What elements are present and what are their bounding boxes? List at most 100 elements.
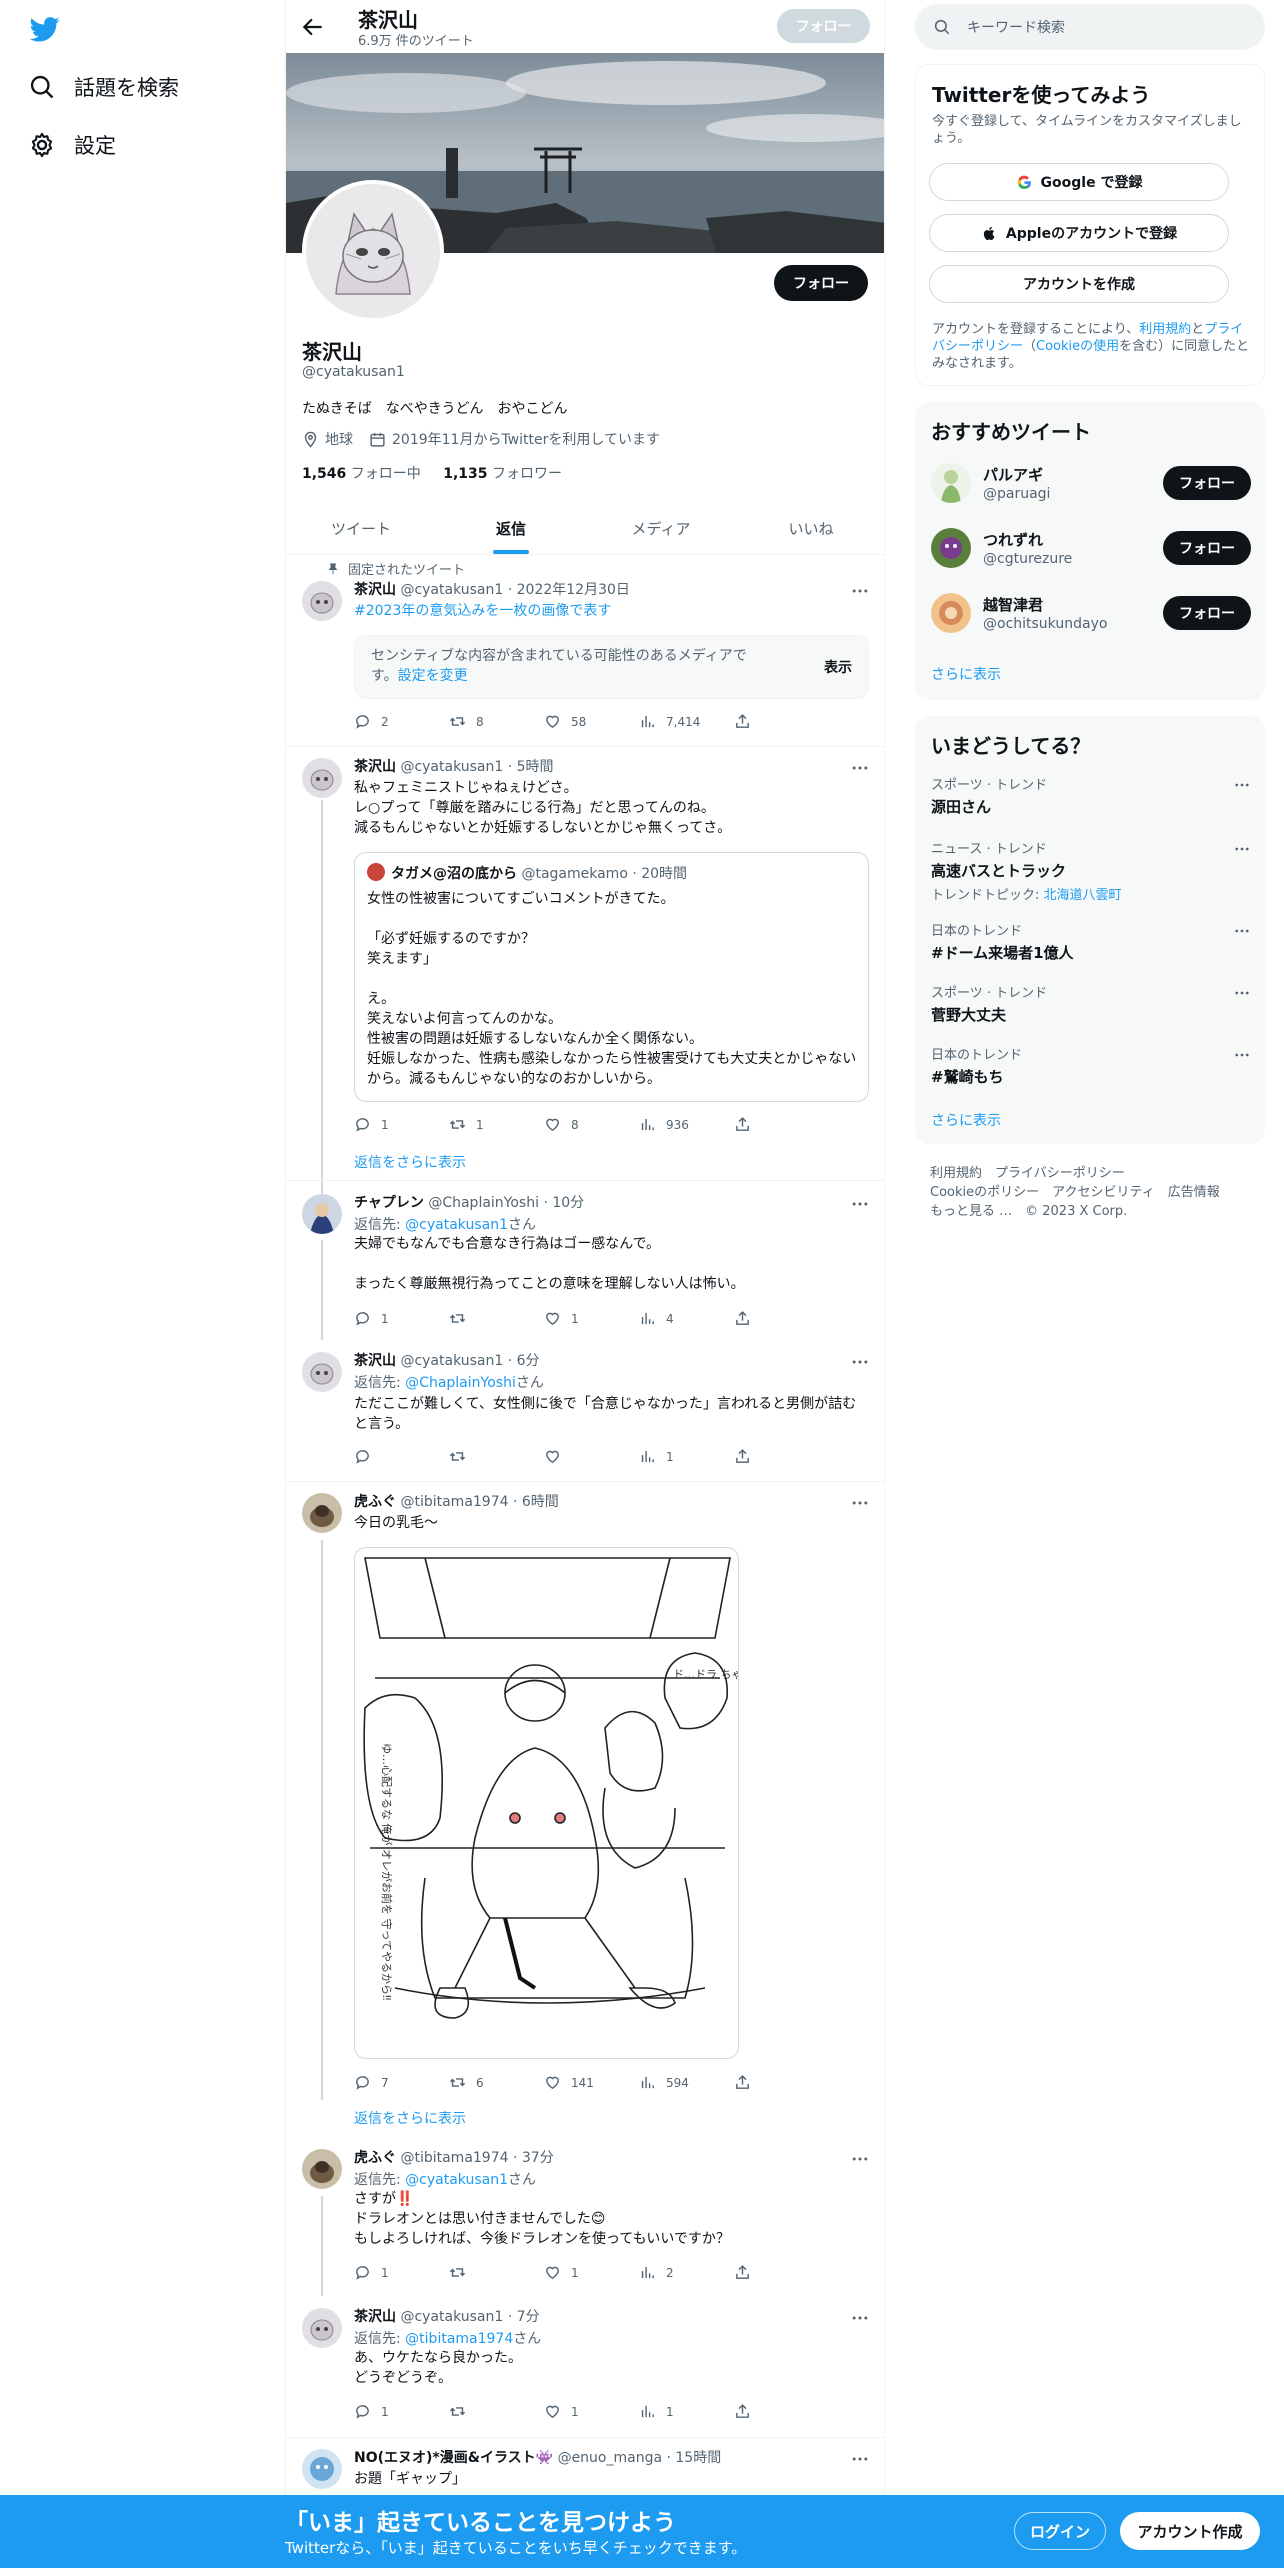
- search-box[interactable]: キーワード検索: [915, 4, 1265, 50]
- reply-button[interactable]: 1: [354, 2403, 449, 2420]
- tweet-partial[interactable]: NO(エヌオ)*漫画&イラスト👾 @enuo_manga · 15時間 お題「ギ…: [286, 2437, 884, 2497]
- more-icon[interactable]: [850, 1352, 870, 1372]
- like-button[interactable]: 1: [544, 2403, 639, 2420]
- login-button[interactable]: ログイン: [1014, 2512, 1106, 2550]
- footer-line-2[interactable]: Cookieのポリシー アクセシビリティ 広告情報: [930, 1183, 1220, 1202]
- tweet-reply[interactable]: チャプレン @ChaplainYoshi · 10分 返信先: @cyataku…: [286, 1180, 884, 1335]
- reply-button[interactable]: 1: [354, 1116, 449, 1133]
- recommend-show-more[interactable]: さらに表示: [931, 664, 1001, 684]
- author-meta[interactable]: @cyatakusan1 · 5時間: [400, 759, 553, 775]
- more-icon[interactable]: [850, 1493, 870, 1513]
- terms-link[interactable]: 利用規約: [1139, 322, 1191, 337]
- more-icon[interactable]: [1233, 776, 1251, 794]
- tweet-quote[interactable]: 茶沢山 @cyatakusan1 · 5時間 私ゃフェミニストじゃねぇけどさ。 …: [286, 746, 884, 1146]
- show-media-button[interactable]: 表示: [824, 657, 852, 677]
- author-meta[interactable]: @cyatakusan1 · 7分: [400, 2309, 539, 2325]
- more-icon[interactable]: [850, 2449, 870, 2469]
- tab-replies[interactable]: 返信: [436, 502, 586, 554]
- share-button[interactable]: [734, 1448, 764, 1465]
- more-icon[interactable]: [1233, 922, 1251, 940]
- more-icon[interactable]: [850, 581, 870, 601]
- more-icon[interactable]: [850, 2149, 870, 2169]
- header-follow-button[interactable]: フォロー: [777, 9, 870, 43]
- author-name[interactable]: NO(エヌオ)*漫画&イラスト👾: [354, 2450, 553, 2466]
- suggested-user[interactable]: つれずれ @cgturezure フォロー: [931, 523, 1251, 573]
- follow-button[interactable]: フォロー: [774, 265, 868, 301]
- tweet-media[interactable]: 虎ふぐ @tibitama1974 · 6時間 今日の乳毛〜 ゆ…心配するな 俺…: [286, 1481, 884, 2106]
- views-button[interactable]: 4: [639, 1310, 734, 1327]
- footer-links[interactable]: 利用規約 プライバシーポリシー Cookieのポリシー アクセシビリティ 広告情…: [930, 1164, 1220, 1221]
- share-button[interactable]: [734, 2264, 764, 2281]
- author-name[interactable]: 茶沢山: [354, 759, 396, 775]
- views-button[interactable]: 594: [639, 2074, 734, 2091]
- trend-item[interactable]: 日本のトレンド #鷲崎もち: [931, 1044, 1251, 1087]
- tweet-reply[interactable]: 虎ふぐ @tibitama1974 · 37分 返信先: @cyatakusan…: [286, 2137, 884, 2292]
- author-meta[interactable]: @ChaplainYoshi · 10分: [428, 1195, 584, 1211]
- retweet-button[interactable]: [449, 1448, 544, 1465]
- followers-link[interactable]: 1,135 フォロワー: [443, 466, 562, 482]
- author-meta[interactable]: @enuo_manga · 15時間: [558, 2450, 722, 2466]
- author-name[interactable]: 虎ふぐ: [354, 2150, 396, 2166]
- retweet-button[interactable]: [449, 2264, 544, 2281]
- nav-explore[interactable]: 話題を検索: [28, 72, 179, 102]
- avatar[interactable]: [302, 2308, 342, 2348]
- author-name[interactable]: 虎ふぐ: [354, 1494, 396, 1510]
- more-icon[interactable]: [850, 1194, 870, 1214]
- footer-line-3[interactable]: もっと見る … © 2023 X Corp.: [930, 1202, 1220, 1221]
- suggested-user[interactable]: パルアギ @paruagi フォロー: [931, 458, 1251, 508]
- reply-button[interactable]: 2: [354, 713, 449, 730]
- share-button[interactable]: [734, 713, 764, 730]
- avatar[interactable]: [302, 758, 342, 798]
- back-arrow-icon[interactable]: [300, 14, 326, 40]
- author-name[interactable]: 茶沢山: [354, 1353, 396, 1369]
- trend-item[interactable]: スポーツ · トレンド 源田さん: [931, 774, 1251, 817]
- author-meta[interactable]: @tibitama1974 · 37分: [400, 2150, 553, 2166]
- reply-button[interactable]: 1: [354, 1310, 449, 1327]
- more-icon[interactable]: [850, 2308, 870, 2328]
- avatar[interactable]: [302, 1352, 342, 1392]
- twitter-bird-icon[interactable]: [28, 14, 62, 44]
- retweet-button[interactable]: [449, 1310, 544, 1327]
- reply-to-link[interactable]: @tibitama1974: [405, 2331, 513, 2347]
- more-icon[interactable]: [850, 758, 870, 778]
- author-name[interactable]: チャプレン: [354, 1195, 424, 1211]
- follow-button[interactable]: フォロー: [1163, 596, 1251, 630]
- views-button[interactable]: 936: [639, 1116, 734, 1133]
- avatar[interactable]: [302, 1194, 342, 1234]
- like-button[interactable]: 8: [544, 1116, 639, 1133]
- tab-media[interactable]: メディア: [586, 502, 736, 554]
- trend-sub-link[interactable]: 北海道八雲町: [1044, 888, 1122, 903]
- reply-button[interactable]: 1: [354, 2264, 449, 2281]
- nav-settings[interactable]: 設定: [28, 130, 116, 160]
- author-meta[interactable]: @tibitama1974 · 6時間: [400, 1494, 558, 1510]
- avatar[interactable]: [302, 581, 342, 621]
- reply-to-link[interactable]: @cyatakusan1: [405, 1217, 508, 1233]
- reply-button[interactable]: 7: [354, 2074, 449, 2091]
- share-button[interactable]: [734, 2074, 764, 2091]
- google-signup-button[interactable]: Google で登録: [929, 163, 1229, 201]
- like-button[interactable]: 1: [544, 2264, 639, 2281]
- author-name[interactable]: 茶沢山: [354, 582, 396, 598]
- cookie-link[interactable]: Cookieの使用: [1036, 339, 1119, 354]
- views-button[interactable]: 1: [639, 1448, 734, 1465]
- trend-item[interactable]: 日本のトレンド #ドーム来場者1億人: [931, 920, 1251, 963]
- follow-button[interactable]: フォロー: [1163, 466, 1251, 500]
- tweet-pinned[interactable]: 固定されたツイート 茶沢山 @cyatakusan1 · 2022年12月30日…: [286, 555, 884, 745]
- reply-button[interactable]: [354, 1448, 449, 1465]
- like-button[interactable]: [544, 1448, 639, 1465]
- retweet-button[interactable]: 1: [449, 1116, 544, 1133]
- more-icon[interactable]: [1233, 984, 1251, 1002]
- signup-button[interactable]: アカウント作成: [1120, 2512, 1260, 2550]
- like-button[interactable]: 141: [544, 2074, 639, 2091]
- more-icon[interactable]: [1233, 840, 1251, 858]
- tweet-reply[interactable]: 茶沢山 @cyatakusan1 · 6分 返信先: @ChaplainYosh…: [286, 1340, 884, 1480]
- reply-to-link[interactable]: @cyatakusan1: [405, 2172, 508, 2188]
- views-button[interactable]: 2: [639, 2264, 734, 2281]
- show-more-replies[interactable]: 返信をさらに表示: [354, 1152, 466, 1172]
- like-button[interactable]: 1: [544, 1310, 639, 1327]
- trend-item[interactable]: ニュース · トレンド 高速バスとトラック トレンドトピック: 北海道八雲町: [931, 838, 1251, 903]
- suggested-user[interactable]: 越智津君 @ochitsukundayo フォロー: [931, 588, 1251, 638]
- tweet-text[interactable]: #2023年の意気込みを一枚の画像で表す: [354, 601, 869, 621]
- views-button[interactable]: 7,414: [639, 713, 734, 730]
- create-account-button[interactable]: アカウントを作成: [929, 265, 1229, 303]
